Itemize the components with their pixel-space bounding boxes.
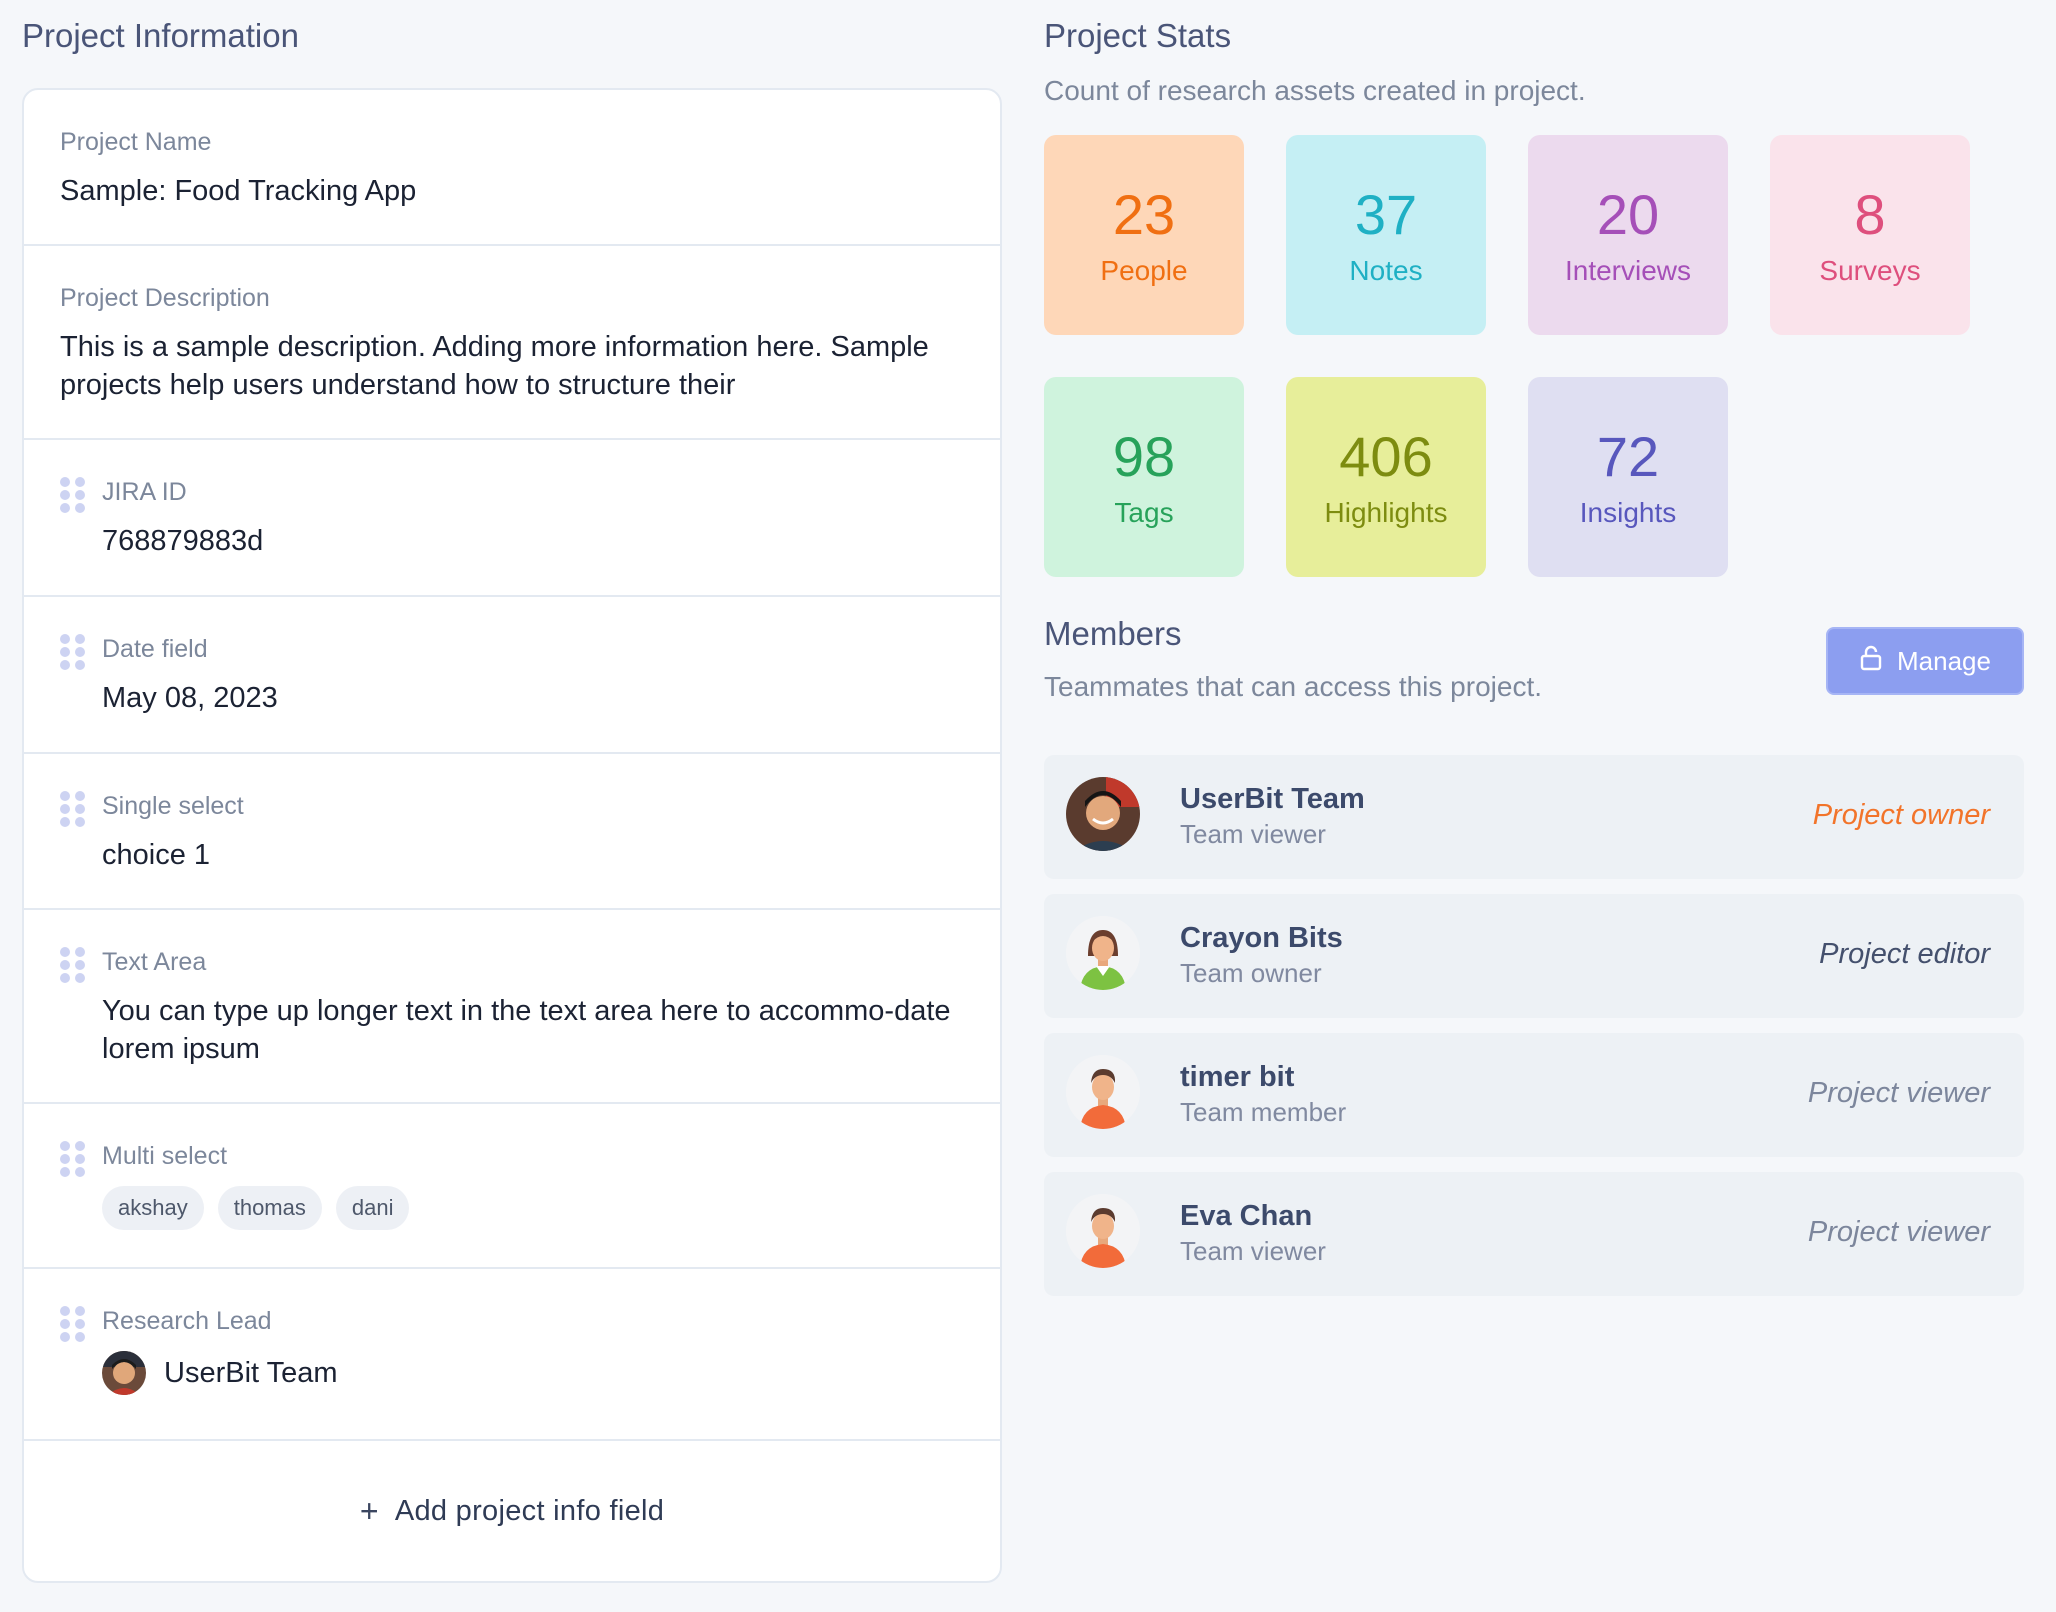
stat-card-notes[interactable]: 37 Notes bbox=[1286, 135, 1486, 335]
stat-label: Interviews bbox=[1564, 255, 1692, 286]
research-lead-field[interactable]: Research Lead UserBit Team bbox=[24, 1269, 1000, 1441]
member-team-role: Team viewer bbox=[1180, 819, 1326, 849]
stat-value: 8 bbox=[1854, 183, 1886, 246]
stat-card-insights[interactable]: 72 Insights bbox=[1528, 377, 1728, 577]
field-label: Date field bbox=[102, 635, 208, 663]
stat-label: Surveys bbox=[1819, 255, 1921, 286]
project-overview-page: Project Information Project Name Sample:… bbox=[0, 0, 2056, 1612]
member-team-role: Team owner bbox=[1180, 958, 1322, 988]
stat-card-people[interactable]: 23 People bbox=[1044, 135, 1244, 335]
field-value[interactable]: 768879883d bbox=[102, 522, 964, 560]
field-label: Project Description bbox=[60, 284, 270, 312]
user-avatar bbox=[102, 1351, 146, 1395]
project-name-field[interactable]: Project Name Sample: Food Tracking App bbox=[24, 90, 1000, 246]
field-label: Text Area bbox=[102, 948, 207, 976]
field-label: Single select bbox=[102, 792, 244, 820]
member-project-role[interactable]: Project viewer bbox=[1808, 1077, 1990, 1110]
lock-icon bbox=[1859, 645, 1883, 678]
stat-card-tags[interactable]: 98 Tags bbox=[1044, 377, 1244, 577]
stat-card-interviews[interactable]: 20 Interviews bbox=[1528, 135, 1728, 335]
drag-handle-icon[interactable] bbox=[60, 791, 86, 829]
stat-value: 23 bbox=[1112, 183, 1176, 246]
stat-card-highlights[interactable]: 406 Highlights bbox=[1286, 377, 1486, 577]
project-info-card: Project Name Sample: Food Tracking App P… bbox=[22, 88, 1002, 1583]
field-value[interactable]: choice 1 bbox=[102, 836, 964, 874]
member-name: UserBit Team bbox=[1180, 783, 1365, 815]
add-field-label: Add project info field bbox=[394, 1494, 665, 1527]
member-name: Eva Chan bbox=[1180, 1200, 1313, 1232]
add-project-info-field-button[interactable]: + Add project info field bbox=[24, 1441, 1000, 1581]
drag-handle-icon[interactable] bbox=[60, 477, 86, 515]
stat-label: People bbox=[1100, 255, 1188, 286]
member-name: Crayon Bits bbox=[1180, 922, 1343, 954]
stat-value: 406 bbox=[1339, 425, 1433, 488]
drag-handle-icon[interactable] bbox=[60, 1306, 86, 1344]
drag-handle-icon[interactable] bbox=[60, 634, 86, 672]
stat-value: 37 bbox=[1354, 183, 1418, 246]
multi-select-chips: akshay thomas dani bbox=[102, 1186, 964, 1230]
project-stats-panel: Project Stats Count of research assets c… bbox=[1044, 0, 2024, 1311]
stat-value: 20 bbox=[1596, 183, 1660, 246]
multi-select-field[interactable]: Multi select akshay thomas dani bbox=[24, 1104, 1000, 1269]
manage-members-button[interactable]: Manage bbox=[1826, 627, 2024, 695]
field-value[interactable]: This is a sample description. Adding mor… bbox=[60, 328, 964, 404]
member-row[interactable]: timer bit Team member Project viewer bbox=[1044, 1033, 2024, 1157]
jira-id-field[interactable]: JIRA ID 768879883d bbox=[24, 440, 1000, 597]
chip[interactable]: akshay bbox=[102, 1186, 204, 1230]
text-area-field[interactable]: Text Area You can type up longer text in… bbox=[24, 910, 1000, 1104]
research-lead-value[interactable]: UserBit Team bbox=[102, 1351, 964, 1395]
field-label: Research Lead bbox=[102, 1307, 272, 1335]
project-description-field[interactable]: Project Description This is a sample des… bbox=[24, 246, 1000, 440]
chip[interactable]: dani bbox=[335, 1186, 410, 1230]
member-avatar bbox=[1066, 777, 1140, 851]
drag-handle-icon[interactable] bbox=[60, 1141, 86, 1179]
stat-label: Highlights bbox=[1324, 497, 1448, 528]
member-project-role[interactable]: Project owner bbox=[1813, 799, 1990, 832]
stat-card-surveys[interactable]: 8 Surveys bbox=[1770, 135, 1970, 335]
field-value[interactable]: You can type up longer text in the text … bbox=[102, 992, 964, 1068]
member-avatar bbox=[1066, 1194, 1140, 1268]
stat-label: Tags bbox=[1114, 497, 1174, 528]
single-select-field[interactable]: Single select choice 1 bbox=[24, 754, 1000, 910]
field-value[interactable]: Sample: Food Tracking App bbox=[60, 172, 964, 210]
member-avatar bbox=[1066, 916, 1140, 990]
field-label: Project Name bbox=[60, 128, 212, 156]
field-value: UserBit Team bbox=[164, 1357, 338, 1389]
stats-grid: 23 People 37 Notes 20 Interviews 8 Surve… bbox=[1044, 135, 2024, 615]
field-value[interactable]: May 08, 2023 bbox=[102, 679, 964, 717]
drag-handle-icon[interactable] bbox=[60, 947, 86, 985]
member-row[interactable]: UserBit Team Team viewer Project owner bbox=[1044, 755, 2024, 879]
member-row[interactable]: Crayon Bits Team owner Project editor bbox=[1044, 894, 2024, 1018]
project-information-title: Project Information bbox=[22, 17, 299, 54]
plus-icon: + bbox=[359, 1492, 379, 1529]
member-row[interactable]: Eva Chan Team viewer Project viewer bbox=[1044, 1172, 2024, 1296]
stat-value: 72 bbox=[1596, 425, 1660, 488]
field-label: Multi select bbox=[102, 1142, 228, 1170]
member-project-role[interactable]: Project editor bbox=[1819, 938, 1990, 971]
manage-label: Manage bbox=[1897, 645, 1991, 676]
member-team-role: Team viewer bbox=[1180, 1236, 1326, 1266]
stat-label: Insights bbox=[1579, 497, 1677, 528]
chip[interactable]: thomas bbox=[217, 1186, 322, 1230]
project-stats-subtitle: Count of research assets created in proj… bbox=[1044, 75, 1586, 106]
field-label: JIRA ID bbox=[102, 478, 187, 506]
member-project-role[interactable]: Project viewer bbox=[1808, 1216, 1990, 1249]
date-field[interactable]: Date field May 08, 2023 bbox=[24, 597, 1000, 754]
stat-label: Notes bbox=[1349, 255, 1423, 286]
project-stats-title: Project Stats bbox=[1044, 17, 1232, 54]
members-header: Members Teammates that can access this p… bbox=[1044, 615, 2024, 755]
member-team-role: Team member bbox=[1180, 1097, 1347, 1127]
member-name: timer bit bbox=[1180, 1061, 1295, 1093]
member-avatar bbox=[1066, 1055, 1140, 1129]
stat-value: 98 bbox=[1112, 425, 1176, 488]
project-information-panel: Project Information Project Name Sample:… bbox=[22, 0, 1002, 1583]
